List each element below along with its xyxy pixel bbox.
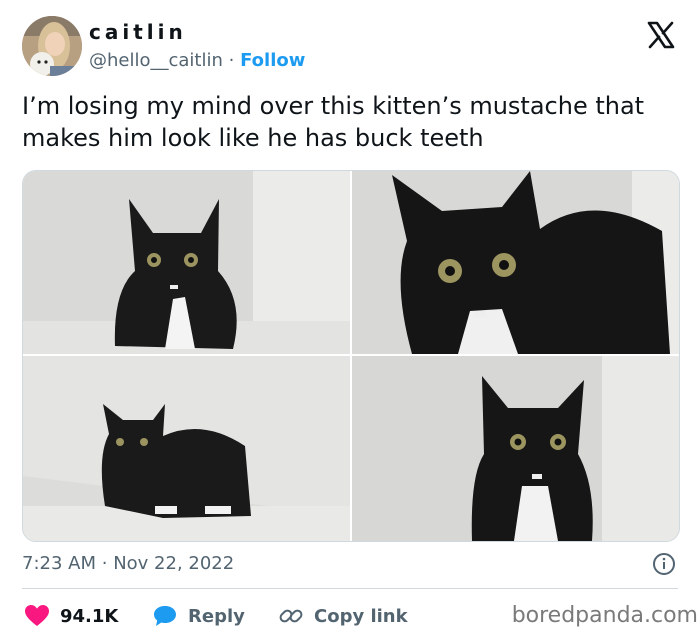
timestamp[interactable]: 7:23 AM · Nov 22, 2022 (22, 553, 234, 574)
heart-icon (25, 605, 49, 626)
divider (22, 588, 678, 589)
display-name[interactable]: caitlin (89, 18, 305, 46)
tweet-text: I’m losing my mind over this kitten’s mu… (22, 92, 645, 152)
copy-link-label: Copy link (314, 605, 408, 627)
tweet-date: Nov 22, 2022 (113, 553, 235, 574)
kitten-photo-3[interactable] (23, 356, 350, 541)
tweet-time: 7:23 AM (22, 553, 96, 574)
handle[interactable]: @hello__caitlin (89, 50, 223, 71)
handle-separator: · (228, 50, 235, 71)
reply-button[interactable]: Reply (152, 600, 245, 632)
tweet-meta: 7:23 AM · Nov 22, 2022 (22, 550, 678, 578)
x-logo-icon[interactable] (646, 20, 676, 50)
media-grid (22, 170, 680, 542)
tweet-header: caitlin @hello__caitlin · Follow (22, 16, 682, 78)
link-icon (279, 609, 303, 623)
kitten-photo-4[interactable] (352, 356, 679, 541)
watermark: boredpanda.com (511, 603, 698, 628)
author-names: caitlin @hello__caitlin · Follow (89, 18, 305, 74)
avatar[interactable] (22, 16, 82, 76)
follow-button[interactable]: Follow (240, 50, 305, 71)
like-count: 94.1K (60, 605, 119, 627)
reply-label: Reply (188, 605, 245, 627)
like-button[interactable]: 94.1K (24, 600, 118, 632)
handle-row: @hello__caitlin · Follow (89, 48, 305, 74)
meta-separator: · (101, 553, 108, 574)
copy-link-button[interactable]: Copy link (278, 600, 408, 632)
reply-bubble-icon (154, 606, 176, 626)
kitten-photo-2[interactable] (352, 171, 679, 354)
action-bar: 94.1K Reply Copy link boredpanda.com (22, 600, 698, 632)
kitten-photo-1[interactable] (23, 171, 350, 354)
info-icon[interactable] (652, 552, 676, 576)
